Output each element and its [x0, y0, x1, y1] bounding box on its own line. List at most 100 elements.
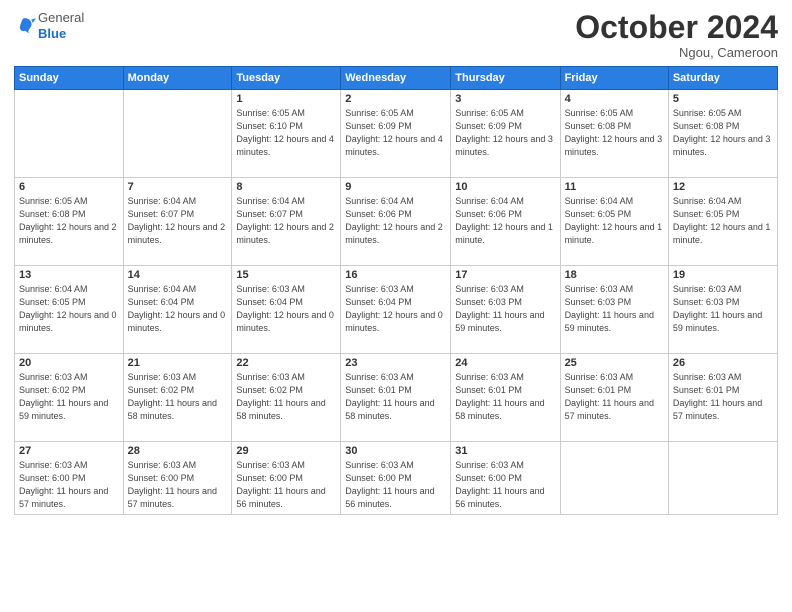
calendar-cell: 22Sunrise: 6:03 AM Sunset: 6:02 PM Dayli…: [232, 354, 341, 442]
day-number: 10: [455, 181, 555, 193]
calendar-cell: [123, 90, 232, 178]
week-row-1: 6Sunrise: 6:05 AM Sunset: 6:08 PM Daylig…: [15, 178, 778, 266]
calendar-cell: 25 Sunrise: 6:03 AM Sunset: 6:01 PM Dayli…: [560, 354, 668, 442]
day-number: 24: [455, 357, 555, 369]
calendar-cell: 15Sunrise: 6:03 AM Sunset: 6:04 PM Dayli…: [232, 266, 341, 354]
page-container: General Blue October 2024 Ngou, Cameroon…: [0, 0, 792, 525]
day-number: 5: [673, 93, 773, 105]
calendar-cell: 23 Sunrise: 6:03 AM Sunset: 6:01 PM Dayli…: [341, 354, 451, 442]
month-title: October 2024: [575, 10, 778, 45]
day-number: 17: [455, 269, 555, 281]
day-info: Sunrise: 6:03 AM Sunset: 6:01 PM Dayligh…: [345, 371, 446, 423]
week-row-2: 13 Sunrise: 6:04 AM Sunset: 6:05 PM Dayli…: [15, 266, 778, 354]
calendar-cell: 6Sunrise: 6:05 AM Sunset: 6:08 PM Daylig…: [15, 178, 124, 266]
week-row-0: 1 Sunrise: 6:05 AM Sunset: 6:10 PM Daylig…: [15, 90, 778, 178]
calendar-table: SundayMondayTuesdayWednesdayThursdayFrid…: [14, 66, 778, 515]
day-number: 25: [565, 357, 664, 369]
title-block: October 2024 Ngou, Cameroon: [575, 10, 778, 60]
day-number: 16: [345, 269, 446, 281]
day-info: Sunrise: 6:03 AM Sunset: 6:04 PM Dayligh…: [345, 283, 446, 335]
day-number: 14: [128, 269, 228, 281]
day-info: Sunrise: 6:03 AM Sunset: 6:01 PM Dayligh…: [565, 371, 664, 423]
weekday-sunday: Sunday: [15, 67, 124, 90]
calendar-body: 1 Sunrise: 6:05 AM Sunset: 6:10 PM Daylig…: [15, 90, 778, 515]
calendar-cell: 2Sunrise: 6:05 AM Sunset: 6:09 PM Daylig…: [341, 90, 451, 178]
day-number: 12: [673, 181, 773, 193]
calendar-cell: 14 Sunrise: 6:04 AM Sunset: 6:04 PM Dayli…: [123, 266, 232, 354]
day-info: Sunrise: 6:03 AM Sunset: 6:02 PM Dayligh…: [128, 371, 228, 423]
day-number: 26: [673, 357, 773, 369]
day-number: 23: [345, 357, 446, 369]
day-number: 3: [455, 93, 555, 105]
day-info: Sunrise: 6:03 AM Sunset: 6:03 PM Dayligh…: [455, 283, 555, 335]
day-number: 20: [19, 357, 119, 369]
calendar-cell: 24 Sunrise: 6:03 AM Sunset: 6:01 PM Dayli…: [451, 354, 560, 442]
calendar-cell: [560, 442, 668, 515]
calendar-cell: 9 Sunrise: 6:04 AM Sunset: 6:06 PM Daylig…: [341, 178, 451, 266]
day-info: Sunrise: 6:03 AM Sunset: 6:00 PM Dayligh…: [236, 459, 336, 511]
calendar-cell: 21Sunrise: 6:03 AM Sunset: 6:02 PM Dayli…: [123, 354, 232, 442]
calendar-cell: 17 Sunrise: 6:03 AM Sunset: 6:03 PM Dayli…: [451, 266, 560, 354]
day-info: Sunrise: 6:04 AM Sunset: 6:06 PM Dayligh…: [345, 195, 446, 247]
day-number: 29: [236, 445, 336, 457]
day-number: 4: [565, 93, 664, 105]
calendar-header: SundayMondayTuesdayWednesdayThursdayFrid…: [15, 67, 778, 90]
calendar-cell: 5 Sunrise: 6:05 AM Sunset: 6:08 PM Daylig…: [668, 90, 777, 178]
calendar-cell: 18Sunrise: 6:03 AM Sunset: 6:03 PM Dayli…: [560, 266, 668, 354]
day-info: Sunrise: 6:04 AM Sunset: 6:05 PM Dayligh…: [565, 195, 664, 247]
day-number: 8: [236, 181, 336, 193]
calendar-cell: 29 Sunrise: 6:03 AM Sunset: 6:00 PM Dayli…: [232, 442, 341, 515]
day-info: Sunrise: 6:03 AM Sunset: 6:04 PM Dayligh…: [236, 283, 336, 335]
day-info: Sunrise: 6:04 AM Sunset: 6:05 PM Dayligh…: [19, 283, 119, 335]
week-row-4: 27 Sunrise: 6:03 AM Sunset: 6:00 PM Dayli…: [15, 442, 778, 515]
day-number: 27: [19, 445, 119, 457]
weekday-tuesday: Tuesday: [232, 67, 341, 90]
day-number: 18: [565, 269, 664, 281]
day-info: Sunrise: 6:04 AM Sunset: 6:04 PM Dayligh…: [128, 283, 228, 335]
day-info: Sunrise: 6:03 AM Sunset: 6:01 PM Dayligh…: [673, 371, 773, 423]
day-info: Sunrise: 6:04 AM Sunset: 6:07 PM Dayligh…: [236, 195, 336, 247]
day-info: Sunrise: 6:03 AM Sunset: 6:00 PM Dayligh…: [345, 459, 446, 511]
weekday-monday: Monday: [123, 67, 232, 90]
weekday-wednesday: Wednesday: [341, 67, 451, 90]
day-number: 2: [345, 93, 446, 105]
day-info: Sunrise: 6:03 AM Sunset: 6:02 PM Dayligh…: [236, 371, 336, 423]
day-info: Sunrise: 6:05 AM Sunset: 6:09 PM Dayligh…: [455, 107, 555, 159]
day-info: Sunrise: 6:03 AM Sunset: 6:00 PM Dayligh…: [19, 459, 119, 511]
day-info: Sunrise: 6:03 AM Sunset: 6:01 PM Dayligh…: [455, 371, 555, 423]
week-row-3: 20 Sunrise: 6:03 AM Sunset: 6:02 PM Dayli…: [15, 354, 778, 442]
calendar-cell: 16 Sunrise: 6:03 AM Sunset: 6:04 PM Dayli…: [341, 266, 451, 354]
day-number: 9: [345, 181, 446, 193]
logo-icon: [14, 15, 36, 37]
calendar-cell: 4 Sunrise: 6:05 AM Sunset: 6:08 PM Daylig…: [560, 90, 668, 178]
calendar-cell: 3 Sunrise: 6:05 AM Sunset: 6:09 PM Daylig…: [451, 90, 560, 178]
day-number: 28: [128, 445, 228, 457]
day-number: 13: [19, 269, 119, 281]
day-info: Sunrise: 6:05 AM Sunset: 6:08 PM Dayligh…: [673, 107, 773, 159]
calendar-cell: 12 Sunrise: 6:04 AM Sunset: 6:05 PM Dayli…: [668, 178, 777, 266]
day-number: 31: [455, 445, 555, 457]
calendar-cell: 11Sunrise: 6:04 AM Sunset: 6:05 PM Dayli…: [560, 178, 668, 266]
day-number: 7: [128, 181, 228, 193]
location: Ngou, Cameroon: [575, 45, 778, 60]
logo-general: General: [38, 10, 84, 26]
calendar-cell: 27 Sunrise: 6:03 AM Sunset: 6:00 PM Dayli…: [15, 442, 124, 515]
header: General Blue October 2024 Ngou, Cameroon: [14, 10, 778, 60]
day-info: Sunrise: 6:04 AM Sunset: 6:06 PM Dayligh…: [455, 195, 555, 247]
calendar-cell: [668, 442, 777, 515]
logo-blue: Blue: [38, 26, 84, 42]
logo: General Blue: [14, 10, 84, 41]
calendar-cell: 1 Sunrise: 6:05 AM Sunset: 6:10 PM Daylig…: [232, 90, 341, 178]
logo-text: General Blue: [38, 10, 84, 41]
day-number: 6: [19, 181, 119, 193]
calendar-cell: 30Sunrise: 6:03 AM Sunset: 6:00 PM Dayli…: [341, 442, 451, 515]
day-info: Sunrise: 6:05 AM Sunset: 6:08 PM Dayligh…: [565, 107, 664, 159]
calendar-cell: 19Sunrise: 6:03 AM Sunset: 6:03 PM Dayli…: [668, 266, 777, 354]
calendar-cell: 7Sunrise: 6:04 AM Sunset: 6:07 PM Daylig…: [123, 178, 232, 266]
day-info: Sunrise: 6:04 AM Sunset: 6:05 PM Dayligh…: [673, 195, 773, 247]
day-number: 1: [236, 93, 336, 105]
day-info: Sunrise: 6:03 AM Sunset: 6:00 PM Dayligh…: [128, 459, 228, 511]
calendar-cell: 26 Sunrise: 6:03 AM Sunset: 6:01 PM Dayli…: [668, 354, 777, 442]
day-info: Sunrise: 6:05 AM Sunset: 6:10 PM Dayligh…: [236, 107, 336, 159]
calendar-cell: 20Sunrise: 6:03 AM Sunset: 6:02 PM Dayli…: [15, 354, 124, 442]
